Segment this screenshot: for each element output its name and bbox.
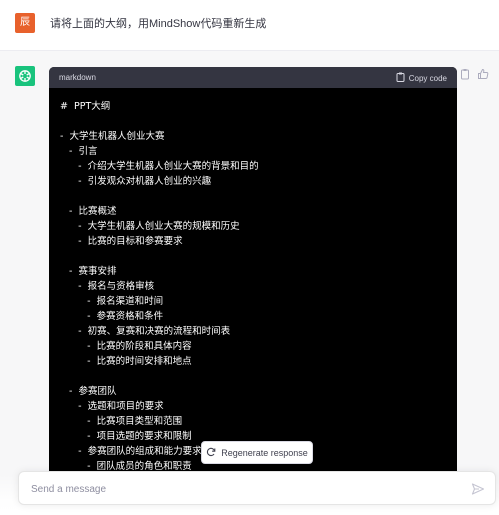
refresh-icon [206,447,216,459]
code-line: - 选题和项目的要求 [60,401,164,412]
code-line: - 大学生机器人创业大赛 [60,131,165,142]
code-block-header: markdown Copy code [49,67,457,88]
clipboard-icon [396,72,405,84]
code-line: - 参赛资格和条件 [60,311,164,322]
code-line: - 引发观众对机器人创业的兴趣 [60,176,212,187]
code-line: - 参赛团队 [60,386,117,397]
user-message-text: 请将上面的大纲，用MindShow代码重新生成 [50,18,267,30]
copy-code-label: Copy code [408,73,447,83]
code-line: - 介绍大学生机器人创业大赛的背景和目的 [60,161,259,172]
chatgpt-logo-icon [15,66,35,86]
code-line: - 报名渠道和时间 [60,296,164,307]
code-line: - 比赛项目类型和范围 [60,416,183,427]
code-line: - 比赛的目标和参赛要求 [60,236,183,247]
code-line: - 初赛、复赛和决赛的流程和时间表 [60,326,231,337]
code-line: - 报名与资格审核 [60,281,155,292]
code-line: - 大学生机器人创业大赛的规模和历史 [60,221,240,232]
code-content: # PPT大纲 - 大学生机器人创业大赛 - 引言 - 介绍大学生机器人创业大赛的… [49,88,457,474]
code-line: # PPT大纲 [60,101,111,112]
code-line: - 比赛概述 [60,206,117,217]
user-avatar: 辰 [15,13,35,33]
code-line: - 引言 [60,146,98,157]
message-input[interactable] [29,480,453,498]
copy-code-button[interactable]: Copy code [396,72,447,84]
send-icon[interactable] [471,482,485,496]
code-line: - 赛事安排 [60,266,117,277]
clipboard-icon[interactable] [459,67,471,80]
code-block: markdown Copy code # PPT大纲 - 大学生机器人创业大赛 -… [49,67,457,487]
regenerate-label: Regenerate response [221,447,308,458]
regenerate-response-button[interactable]: Regenerate response [201,441,313,464]
message-actions [459,67,489,80]
code-language-label: markdown [59,73,96,82]
code-line: - 比赛的时间安排和地点 [60,356,192,367]
user-message-row: 辰 请将上面的大纲，用MindShow代码重新生成 [0,0,499,51]
thumbs-up-icon[interactable] [477,67,489,79]
code-line: - 比赛的阶段和具体内容 [60,341,192,352]
message-composer [18,471,496,505]
